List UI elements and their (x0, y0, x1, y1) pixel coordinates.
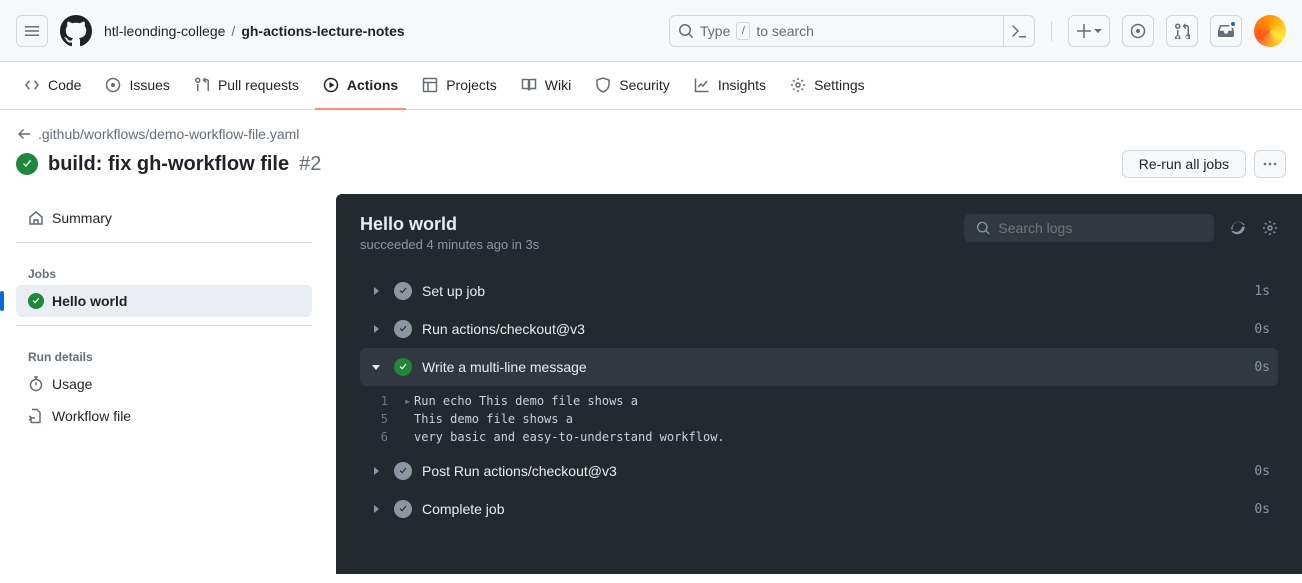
search-placeholder-post: to search (756, 23, 814, 39)
repo-nav: Code Issues Pull requests Actions Projec… (0, 62, 1302, 110)
step-post-checkout[interactable]: Post Run actions/checkout@v3 0s (360, 452, 1278, 490)
search-slash-key: / (736, 22, 750, 40)
pr-icon (194, 77, 210, 93)
check-icon (394, 500, 412, 518)
breadcrumb-repo[interactable]: gh-actions-lecture-notes (241, 23, 404, 39)
page-header-container: .github/workflows/demo-workflow-file.yam… (0, 110, 1302, 178)
step-checkout[interactable]: Run actions/checkout@v3 0s (360, 310, 1278, 348)
run-title: build: fix gh-workflow file (48, 153, 289, 176)
kebab-menu-button[interactable] (1254, 150, 1286, 178)
sidebar-details-heading: Run details (16, 334, 312, 368)
chevron-right-icon (371, 466, 381, 476)
file-symlink-icon (28, 408, 44, 424)
log-title: Hello world (360, 214, 539, 235)
sidebar-jobs-heading: Jobs (16, 251, 312, 285)
step-write-message[interactable]: Write a multi-line message 0s (360, 348, 1278, 386)
stopwatch-icon (28, 376, 44, 392)
sidebar-usage[interactable]: Usage (16, 368, 312, 400)
notifications-button[interactable] (1210, 15, 1242, 47)
log-output: 1▸Run echo This demo file shows a 5This … (360, 386, 1278, 452)
nav-projects[interactable]: Projects (414, 62, 505, 110)
check-icon (394, 462, 412, 480)
gear-icon (1262, 220, 1278, 236)
breadcrumb-separator: / (231, 23, 235, 39)
search-icon (976, 220, 990, 236)
table-icon (422, 77, 438, 93)
log-line: 5This demo file shows a (360, 410, 1278, 428)
sidebar-job-hello-world[interactable]: Hello world (16, 285, 312, 317)
plus-icon (1076, 23, 1092, 39)
success-icon (16, 153, 38, 175)
search-icon (678, 23, 694, 39)
search-box[interactable]: Type / to search (669, 15, 1004, 47)
back-link[interactable]: .github/workflows/demo-workflow-file.yam… (16, 126, 299, 142)
log-status: succeeded 4 minutes ago in 3s (360, 237, 539, 252)
nav-code[interactable]: Code (16, 62, 89, 110)
check-icon (394, 358, 412, 376)
nav-settings[interactable]: Settings (782, 62, 873, 110)
chevron-right-icon (371, 286, 381, 296)
github-logo[interactable] (60, 15, 92, 47)
code-icon (24, 77, 40, 93)
chevron-right-icon (371, 504, 381, 514)
graph-icon (694, 77, 710, 93)
sidebar-workflow-file[interactable]: Workflow file (16, 400, 312, 432)
notification-dot (1229, 20, 1237, 28)
log-line: 1▸Run echo This demo file shows a (360, 392, 1278, 410)
sidebar: Summary Jobs Hello world Run details Usa… (16, 194, 312, 574)
log-panel: Hello world succeeded 4 minutes ago in 3… (336, 194, 1302, 574)
command-palette-button[interactable] (1003, 15, 1035, 47)
nav-insights[interactable]: Insights (686, 62, 774, 110)
log-search-input[interactable] (998, 220, 1202, 236)
step-setup-job[interactable]: Set up job 1s (360, 272, 1278, 310)
issue-dot-icon (1130, 23, 1146, 39)
breadcrumb: htl-leonding-college / gh-actions-lectur… (104, 23, 405, 39)
command-palette-icon (1011, 23, 1027, 39)
step-complete-job[interactable]: Complete job 0s (360, 490, 1278, 528)
home-icon (28, 210, 44, 226)
arrow-left-icon (16, 126, 32, 142)
header-divider (1051, 21, 1052, 41)
nav-pull-requests[interactable]: Pull requests (186, 62, 307, 110)
add-dropdown-button[interactable] (1068, 15, 1110, 47)
log-line: 6very basic and easy-to-understand workf… (360, 428, 1278, 446)
main-layout: Summary Jobs Hello world Run details Usa… (0, 194, 1302, 574)
issues-button[interactable] (1122, 15, 1154, 47)
log-search-box[interactable] (964, 214, 1214, 242)
nav-actions[interactable]: Actions (315, 62, 406, 110)
chevron-right-icon (371, 324, 381, 334)
breadcrumb-org[interactable]: htl-leonding-college (104, 23, 225, 39)
sync-icon (1230, 220, 1246, 236)
run-header: build: fix gh-workflow file #2 Re-run al… (16, 150, 1286, 178)
gear-icon (790, 77, 806, 93)
nav-wiki[interactable]: Wiki (513, 62, 579, 110)
hamburger-menu-button[interactable] (16, 15, 48, 47)
chevron-down-icon (1094, 27, 1102, 35)
back-path: .github/workflows/demo-workflow-file.yam… (38, 126, 299, 142)
top-header: htl-leonding-college / gh-actions-lectur… (0, 0, 1302, 62)
nav-issues[interactable]: Issues (97, 62, 177, 110)
run-number: #2 (299, 153, 321, 176)
issue-icon (105, 77, 121, 93)
refresh-button[interactable] (1230, 220, 1246, 236)
check-icon (394, 320, 412, 338)
user-avatar[interactable] (1254, 15, 1286, 47)
chevron-down-icon (371, 362, 381, 372)
nav-security[interactable]: Security (587, 62, 678, 110)
sidebar-summary[interactable]: Summary (16, 202, 312, 234)
shield-icon (595, 77, 611, 93)
pull-requests-button[interactable] (1166, 15, 1198, 47)
success-icon (28, 293, 44, 309)
log-settings-button[interactable] (1262, 220, 1278, 236)
search-placeholder-pre: Type (700, 23, 730, 39)
github-icon (60, 15, 92, 47)
hamburger-icon (24, 23, 40, 39)
check-icon (394, 282, 412, 300)
kebab-icon (1262, 156, 1278, 172)
rerun-button[interactable]: Re-run all jobs (1122, 150, 1246, 178)
book-icon (521, 77, 537, 93)
git-pull-request-icon (1174, 23, 1190, 39)
play-circle-icon (323, 77, 339, 93)
